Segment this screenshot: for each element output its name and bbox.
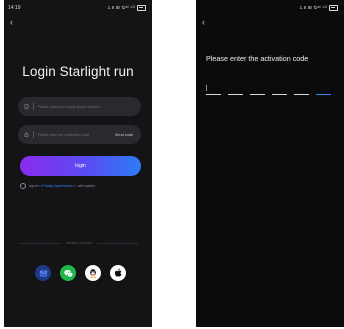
apple-login-button[interactable]	[110, 265, 126, 281]
code-slot[interactable]	[228, 94, 243, 95]
battery-icon	[329, 5, 338, 11]
code-slot[interactable]	[250, 94, 265, 95]
activation-prompt: Please enter the activation code	[206, 54, 309, 63]
page-title: Login Starlight run	[22, 64, 134, 79]
status-icons: 1.8 ⊞ ⇅ᵃˡˡ ⁴ᴳ	[108, 5, 146, 11]
signal-icons: 1.8 ⊞ ⇅ᵃˡˡ ⁴ᴳ	[299, 5, 327, 10]
privacy-agreement-link[interactable]: <<Privacy Agreement>>	[38, 184, 76, 188]
login-screen: 14:19 1.8 ⊞ ⇅ᵃˡˡ ⁴ᴳ ‹ Login Starlight ru…	[4, 0, 152, 327]
mail-icon	[39, 270, 47, 276]
phone-icon	[24, 104, 29, 109]
qq-login-button[interactable]	[85, 265, 101, 281]
wechat-icon	[63, 269, 73, 277]
login-button[interactable]: login	[20, 156, 141, 176]
status-time: 14:19	[8, 5, 21, 11]
mail-login-button[interactable]	[35, 265, 51, 281]
code-slot-active[interactable]	[316, 94, 331, 95]
activation-code-input[interactable]	[206, 94, 331, 95]
back-button[interactable]: ‹	[202, 18, 205, 27]
code-slot[interactable]	[272, 94, 287, 95]
social-login-row	[35, 265, 126, 281]
field-divider	[33, 103, 34, 110]
text-cursor	[206, 85, 207, 91]
send-code-button[interactable]: Send code	[115, 133, 133, 137]
status-bar: 14:19 1.8 ⊞ ⇅ᵃˡˡ ⁴ᴳ	[8, 4, 146, 12]
code-placeholder: Please enter the verification code	[37, 132, 90, 137]
signal-icons: 1.8 ⊞ ⇅ᵃˡˡ ⁴ᴳ	[107, 5, 135, 10]
wechat-login-button[interactable]	[60, 265, 76, 281]
divider-line	[20, 242, 62, 244]
verification-code-input[interactable]: Please enter the verification code Send …	[18, 125, 141, 144]
phone-number-input[interactable]: Please enter your mobile phone number	[18, 97, 141, 116]
another-account-label: another account	[66, 241, 92, 245]
agree-radio[interactable]	[20, 183, 26, 189]
status-icons: 1.8 ⊞ ⇅ᵃˡˡ ⁴ᴳ	[300, 5, 338, 11]
qq-icon	[90, 268, 96, 278]
phone-placeholder: Please enter your mobile phone number	[37, 104, 100, 109]
another-account-divider: another account	[20, 241, 139, 245]
activation-screen: 1.8 ⊞ ⇅ᵃˡˡ ⁴ᴳ ‹ Please enter the activat…	[196, 0, 344, 327]
battery-icon	[137, 5, 146, 11]
divider-line	[96, 242, 139, 244]
field-divider	[33, 131, 34, 138]
status-bar: 1.8 ⊞ ⇅ᵃˡˡ ⁴ᴳ	[200, 4, 338, 12]
back-button[interactable]: ‹	[10, 18, 13, 27]
agree-prefix: Agree	[29, 184, 39, 188]
agree-suffix: , will register	[75, 184, 96, 188]
code-slot[interactable]	[206, 94, 221, 95]
apple-icon	[114, 268, 121, 277]
agreement-row: Agree <<Privacy Agreement>> , will regis…	[20, 183, 148, 189]
code-slot[interactable]	[294, 94, 309, 95]
lock-icon	[24, 132, 29, 137]
